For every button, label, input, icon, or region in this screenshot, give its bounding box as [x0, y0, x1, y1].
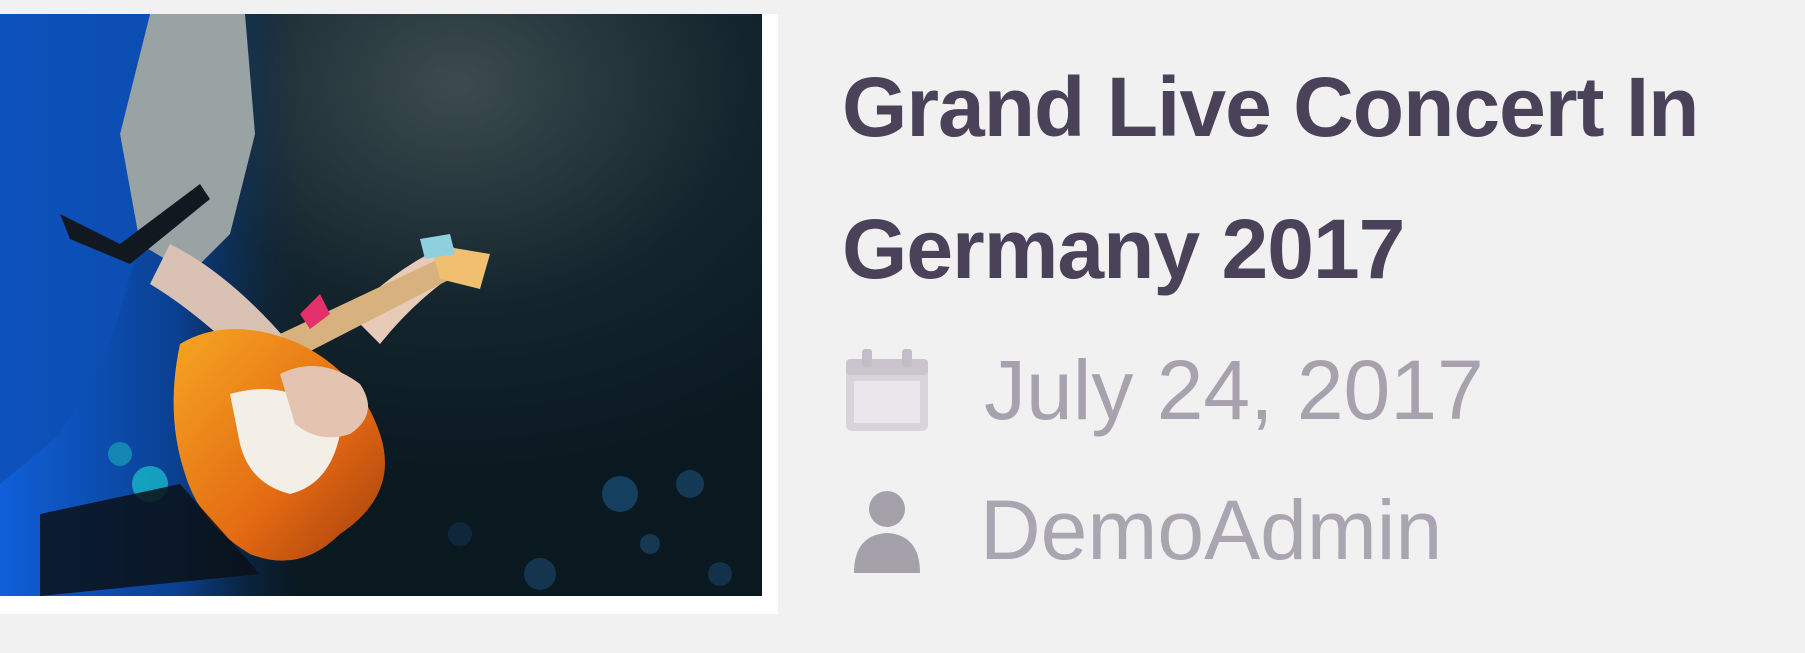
calendar-icon — [842, 345, 932, 435]
post-date-row: July 24, 2017 — [842, 340, 1782, 440]
post-thumbnail[interactable] — [0, 14, 762, 596]
post-author-row: DemoAdmin — [842, 480, 1782, 580]
post-title-link[interactable]: Grand Live Concert In Germany 2017 — [842, 36, 1782, 320]
post-author-link[interactable]: DemoAdmin — [980, 482, 1442, 579]
post-card: Grand Live Concert In Germany 2017 July … — [0, 0, 1805, 653]
post-date: July 24, 2017 — [984, 342, 1484, 437]
post-info: Grand Live Concert In Germany 2017 July … — [842, 36, 1782, 580]
user-icon — [842, 485, 932, 575]
concert-photo — [0, 14, 762, 596]
